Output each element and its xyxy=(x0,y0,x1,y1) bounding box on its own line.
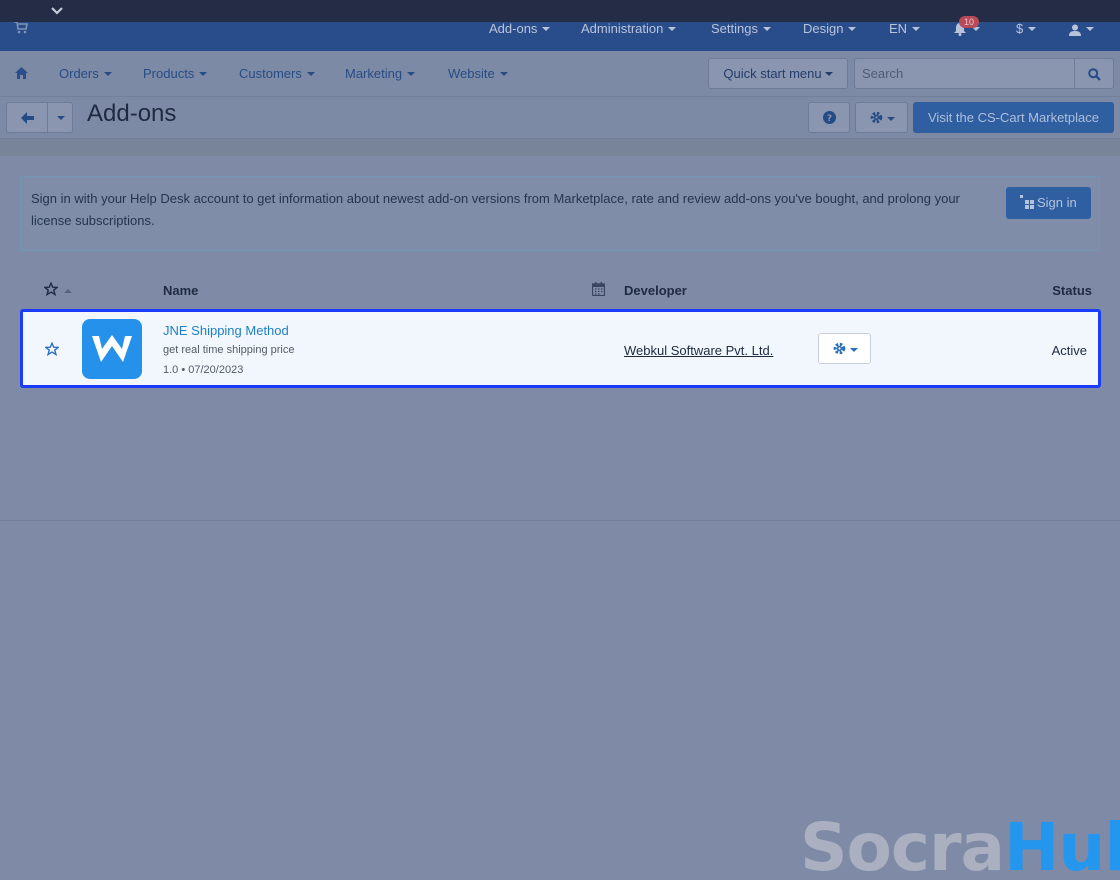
arrow-left-icon xyxy=(21,112,34,124)
developer-link[interactable]: Webkul Software Pvt. Ltd. xyxy=(624,343,773,358)
topnav-settings-label: Settings xyxy=(711,21,758,36)
column-developer[interactable]: Developer xyxy=(624,283,687,298)
topnav-currency-label: $ xyxy=(1016,21,1024,36)
main-content: Sign in with your Help Desk account to g… xyxy=(0,156,1120,521)
menu-products[interactable]: Products xyxy=(143,66,208,81)
top-strip xyxy=(0,0,1120,22)
quick-start-menu-button[interactable]: Quick start menu xyxy=(708,58,848,89)
topnav-administration[interactable]: Administration xyxy=(581,21,677,36)
table-row[interactable]: JNE Shipping Method get real time shippi… xyxy=(20,309,1101,388)
topnav-addons[interactable]: Add-ons xyxy=(489,21,551,36)
visit-marketplace-button[interactable]: Visit the CS-Cart Marketplace xyxy=(913,102,1114,133)
favorite-star-icon[interactable] xyxy=(43,341,61,359)
socrahub-watermark: SocraHub xyxy=(800,810,1120,880)
page-header: Add-ons ? Visit the CS-Cart Marketplace xyxy=(0,97,1120,139)
topnav-design-label: Design xyxy=(803,21,844,36)
sort-up-icon xyxy=(63,289,72,293)
menu-customers-label: Customers xyxy=(239,66,302,81)
page-title: Add-ons xyxy=(87,100,177,127)
topnav-administration-label: Administration xyxy=(581,21,664,36)
quick-start-label: Quick start menu xyxy=(723,66,822,81)
chevron-down-icon[interactable] xyxy=(50,5,64,17)
question-circle-icon: ? xyxy=(823,111,836,124)
search-input[interactable]: Search xyxy=(854,58,1075,89)
home-icon[interactable] xyxy=(15,67,28,79)
back-dropdown-button[interactable] xyxy=(47,102,73,133)
signin-notice: Sign in with your Help Desk account to g… xyxy=(20,176,1100,251)
addon-description: get real time shipping price xyxy=(163,344,295,356)
topnav-settings[interactable]: Settings xyxy=(711,22,771,36)
menu-orders-label: Orders xyxy=(59,66,99,81)
table-header: Name Developer Status xyxy=(20,276,1100,306)
menu-website-label: Website xyxy=(448,66,495,81)
user-menu[interactable] xyxy=(1069,22,1094,36)
gear-icon xyxy=(870,111,883,124)
topnav-currency[interactable]: $ xyxy=(1016,21,1037,36)
search-icon xyxy=(1088,68,1101,81)
menu-website[interactable]: Website xyxy=(448,66,508,81)
column-name[interactable]: Name xyxy=(163,283,198,298)
watermark-part2: Hub xyxy=(1004,809,1120,880)
top-navbar: Add-ons Administration Settings Design E… xyxy=(0,16,1120,51)
column-status[interactable]: Status xyxy=(1052,283,1092,298)
menu-marketing-label: Marketing xyxy=(345,66,403,81)
marketplace-icon xyxy=(1020,195,1034,209)
menu-marketing[interactable]: Marketing xyxy=(345,66,416,81)
addon-logo xyxy=(82,319,142,379)
favorite-sort-button[interactable] xyxy=(42,281,72,299)
sign-in-button[interactable]: Sign in xyxy=(1006,187,1091,219)
calendar-icon[interactable] xyxy=(591,282,606,299)
topnav-language[interactable]: EN xyxy=(889,21,921,36)
back-button[interactable] xyxy=(6,102,48,133)
topnav-design[interactable]: Design xyxy=(803,21,857,36)
notice-text: Sign in with your Help Desk account to g… xyxy=(31,191,960,228)
menu-customers[interactable]: Customers xyxy=(239,66,315,81)
caret-down-icon xyxy=(57,116,65,120)
topnav-addons-label: Add-ons xyxy=(489,21,538,36)
user-icon xyxy=(1069,24,1081,36)
gear-icon xyxy=(833,342,846,355)
cart-icon[interactable] xyxy=(14,21,28,34)
menu-products-label: Products xyxy=(143,66,195,81)
watermark-part1: Socra xyxy=(800,809,1005,880)
main-menubar: Orders Products Customers Marketing Webs… xyxy=(0,51,1120,97)
sign-in-label: Sign in xyxy=(1037,195,1077,210)
addon-name-link[interactable]: JNE Shipping Method xyxy=(163,323,289,338)
settings-dropdown-button[interactable] xyxy=(855,102,908,133)
addon-version-date: 1.0 • 07/20/2023 xyxy=(163,364,244,376)
topnav-language-label: EN xyxy=(889,21,908,36)
notifications-badge: 10 xyxy=(959,16,979,28)
search-button[interactable] xyxy=(1074,58,1114,89)
content-gap xyxy=(0,139,1120,156)
help-button[interactable]: ? xyxy=(808,102,850,133)
addon-actions-button[interactable] xyxy=(818,333,871,364)
svg-text:?: ? xyxy=(827,114,832,124)
star-outline-icon xyxy=(42,281,60,297)
menu-orders[interactable]: Orders xyxy=(59,66,112,81)
status-badge[interactable]: Active xyxy=(1052,343,1087,358)
